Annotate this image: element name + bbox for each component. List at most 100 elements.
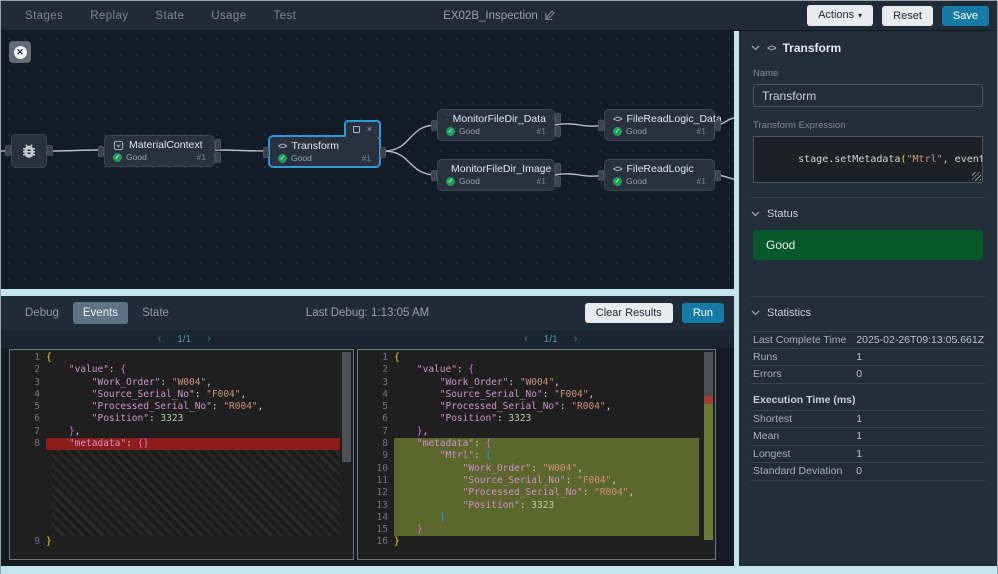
debug-actions: Clear Results Run xyxy=(585,303,724,323)
stat-value: 0 xyxy=(856,368,862,380)
menu-item-test[interactable]: Test xyxy=(274,10,297,22)
code-line: 1{ xyxy=(10,352,353,364)
code-icon: <> xyxy=(278,141,287,151)
menu-item-state[interactable]: State xyxy=(155,10,184,22)
check-icon: ✓ xyxy=(446,177,455,186)
prev-page-icon[interactable]: ‹ xyxy=(524,333,528,345)
diff-editor-before[interactable]: 1{2 "value": {3 "Work_Order": "W004",4 "… xyxy=(9,349,354,560)
expression-editor[interactable]: stage.setMetadata("Mtrl", event.value); xyxy=(753,136,983,183)
code-line: 15 } xyxy=(358,524,715,536)
menu-item-usage[interactable]: Usage xyxy=(211,10,246,22)
node-MonitorFileDir_Data[interactable]: MonitorFileDir_Data✓Good#1 xyxy=(437,109,555,141)
divider xyxy=(751,197,985,198)
input-port[interactable] xyxy=(598,170,604,181)
tab-state[interactable]: State xyxy=(132,302,179,324)
tab-events[interactable]: Events xyxy=(73,302,128,324)
code-line: 6 "Position": 3323 xyxy=(10,413,353,425)
delete-node-icon[interactable]: × xyxy=(367,125,372,134)
output-port[interactable] xyxy=(715,120,721,131)
clear-results-button[interactable]: Clear Results xyxy=(585,303,673,323)
code-line: 14 } xyxy=(358,512,715,524)
code-line: 1{ xyxy=(358,352,715,364)
output-port[interactable] xyxy=(215,139,221,150)
code-line: 11 "Source_Serial_No": "F004", xyxy=(358,475,715,487)
node-Transform[interactable]: <>Transform✓Good#1× xyxy=(268,135,381,168)
reset-button[interactable]: Reset xyxy=(882,6,933,26)
output-port[interactable] xyxy=(555,113,561,124)
overview-added-marker xyxy=(704,404,713,540)
node-FileReadLogic[interactable]: <>FileReadLogic✓Good#1 xyxy=(604,159,715,191)
menu-item-replay[interactable]: Replay xyxy=(90,10,128,22)
node-MaterialContext[interactable]: MaterialContext✓Good#1 xyxy=(104,135,215,167)
pagination-left: ‹ 1/1 › xyxy=(1,330,368,348)
prev-page-icon[interactable]: ‹ xyxy=(158,333,162,345)
input-port[interactable] xyxy=(5,145,11,156)
resize-handle[interactable] xyxy=(972,172,981,181)
output-port[interactable] xyxy=(47,145,53,156)
input-port[interactable] xyxy=(431,170,437,181)
check-icon: ✓ xyxy=(278,154,287,163)
output-port[interactable] xyxy=(380,147,386,158)
inspector-title: Transform xyxy=(783,41,842,55)
tab-debug[interactable]: Debug xyxy=(15,302,69,324)
menu-item-stages[interactable]: Stages xyxy=(25,10,63,22)
workflow-title-wrap: EX02B_Inspection xyxy=(443,10,555,22)
node-device[interactable] xyxy=(11,134,47,168)
pagination-right: ‹ 1/1 › xyxy=(368,330,735,348)
edit-title-icon[interactable] xyxy=(544,10,555,21)
divider xyxy=(751,296,985,297)
collapse-transform-icon[interactable] xyxy=(751,45,760,51)
node-status-text: Good xyxy=(459,126,480,136)
page-indicator: 1/1 xyxy=(544,334,558,345)
debug-toolbar: DebugEventsState Last Debug: 1:13:05 AM … xyxy=(1,296,734,330)
check-icon: ✓ xyxy=(446,127,455,136)
next-page-icon[interactable]: › xyxy=(574,333,578,345)
flow-canvas[interactable]: ✕ MaterialContext✓Good#1 <>Transform✓Good… xyxy=(1,31,734,289)
input-port[interactable] xyxy=(598,120,604,131)
node-status: ✓Good#1 xyxy=(270,152,379,166)
execution-time-table: Shortest1Mean1Longest1Standard Deviation… xyxy=(751,411,985,481)
output-port[interactable] xyxy=(555,176,561,187)
code-line: 2 "value": { xyxy=(358,364,715,376)
scrollbar[interactable] xyxy=(342,352,351,557)
collapse-statistics-icon[interactable] xyxy=(751,310,760,316)
node-run-count: #1 xyxy=(362,153,371,163)
name-label: Name xyxy=(753,68,983,79)
code-line: 7 }, xyxy=(10,426,353,438)
scrollbar[interactable] xyxy=(704,352,713,557)
output-port[interactable] xyxy=(215,152,221,163)
code-line: 4 "Source_Serial_No": "F004", xyxy=(358,389,715,401)
check-icon: ✓ xyxy=(613,177,622,186)
duplicate-node-icon[interactable] xyxy=(353,126,360,133)
chevron-down-icon: ▾ xyxy=(858,11,862,20)
input-port[interactable] xyxy=(431,120,437,131)
node-title: <>FileReadLogic xyxy=(605,160,714,175)
node-status: ✓Good#1 xyxy=(605,125,714,139)
canvas-close-button[interactable]: ✕ xyxy=(9,41,31,63)
node-MonitorFileDir_Image[interactable]: MonitorFileDir_Image✓Good#1 xyxy=(437,159,555,191)
run-button[interactable]: Run xyxy=(682,303,724,323)
name-input[interactable] xyxy=(753,84,983,107)
node-FileReadLogic_Data[interactable]: <>FileReadLogic_Data✓Good#1 xyxy=(604,109,715,141)
diff-editor-after[interactable]: 1{2 "value": {3 "Work_Order": "W004",4 "… xyxy=(357,349,716,560)
code-line: 5 "Processed_Serial_No": "R004", xyxy=(10,401,353,413)
code-line: 7 }, xyxy=(358,426,715,438)
input-port[interactable] xyxy=(98,146,104,157)
topbar-menu: Stages Replay State Usage Test xyxy=(9,10,296,22)
save-button[interactable]: Save xyxy=(942,6,989,26)
collapse-status-icon[interactable] xyxy=(751,211,760,217)
stat-row: Last Complete Time2025-02-26T09:13:05.66… xyxy=(751,331,985,349)
node-run-count: #1 xyxy=(537,126,546,136)
statistics-section-header: Statistics xyxy=(751,307,985,319)
top-bar: Stages Replay State Usage Test EX02B_Inspect… xyxy=(1,1,997,31)
stat-label: Shortest xyxy=(751,413,856,425)
output-port[interactable] xyxy=(555,126,561,137)
code-line: 3 "Work_Order": "W004", xyxy=(10,377,353,389)
input-port[interactable] xyxy=(263,147,269,158)
stat-row: Mean1 xyxy=(751,428,985,446)
output-port[interactable] xyxy=(555,163,561,174)
output-port[interactable] xyxy=(715,170,721,181)
actions-button[interactable]: Actions▾ xyxy=(807,5,873,26)
next-page-icon[interactable]: › xyxy=(207,333,211,345)
node-run-count: #1 xyxy=(197,152,206,162)
